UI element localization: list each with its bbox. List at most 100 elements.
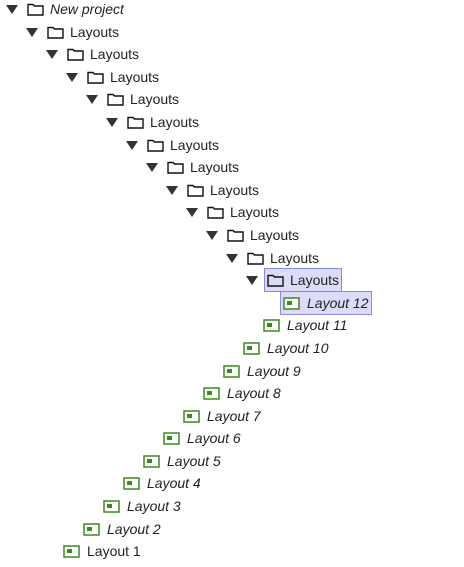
- tree-node-label: Layout 10: [267, 340, 329, 356]
- tree-row-folder: Layouts: [86, 88, 182, 110]
- tree-row-folder: Layouts: [106, 111, 202, 133]
- layout-icon: [183, 409, 200, 423]
- tree-node-layout[interactable]: Layout 10: [240, 336, 332, 360]
- tree-node-layout-selected[interactable]: Layout 12: [280, 291, 372, 315]
- triangle-down-icon[interactable]: [66, 72, 78, 82]
- tree-node-label: Layouts: [250, 227, 300, 243]
- folder-icon: [227, 229, 244, 242]
- tree-node-folder[interactable]: Layouts: [64, 42, 142, 66]
- tree-row-folder: Layouts: [186, 201, 282, 223]
- tree-node-label: Layouts: [110, 69, 160, 85]
- tree-node-folder[interactable]: Layouts: [44, 20, 122, 44]
- tree-node-folder[interactable]: Layouts: [224, 223, 302, 247]
- folder-icon: [267, 274, 284, 287]
- tree-node-label: Layout 9: [247, 363, 301, 379]
- tree-row-layout: Layout 2: [80, 518, 164, 540]
- tree-row-folder: Layouts: [126, 134, 222, 156]
- folder-icon: [187, 184, 204, 197]
- tree-row-layout: Layout 1: [60, 540, 144, 562]
- tree-row-folder: Layouts: [166, 179, 262, 201]
- tree-node-layout[interactable]: Layout 4: [120, 471, 204, 495]
- tree-node-layout[interactable]: Layout 5: [140, 449, 224, 473]
- triangle-down-icon[interactable]: [6, 4, 18, 14]
- tree-row-layout: Layout 4: [120, 472, 204, 494]
- tree-row-layout: Layout 11: [260, 314, 350, 336]
- triangle-down-icon[interactable]: [166, 185, 178, 195]
- tree-node-label: Layouts: [130, 91, 180, 107]
- tree-node-label: Layouts: [190, 159, 240, 175]
- tree-node-label: Layouts: [210, 182, 260, 198]
- tree-node-folder[interactable]: Layouts: [84, 65, 162, 89]
- folder-icon: [147, 139, 164, 152]
- tree-node-label: Layout 4: [147, 475, 201, 491]
- layout-icon: [223, 364, 240, 378]
- tree-node-folder[interactable]: Layouts: [164, 155, 242, 179]
- triangle-down-icon[interactable]: [206, 230, 218, 240]
- tree-node-folder[interactable]: Layouts: [104, 87, 182, 111]
- folder-icon: [127, 116, 144, 129]
- tree-node-label: Layout 7: [207, 408, 261, 424]
- folder-icon: [27, 3, 44, 16]
- tree-node-label: Layout 11: [287, 317, 348, 333]
- tree-node-label: Layout 1: [87, 543, 141, 559]
- tree-node-layout[interactable]: Layout 1: [60, 539, 144, 563]
- tree-node-layout[interactable]: Layout 7: [180, 404, 264, 428]
- folder-icon: [207, 206, 224, 219]
- layout-icon: [203, 386, 220, 400]
- tree-row-folder: Layouts: [66, 66, 162, 88]
- tree-row-layout: Layout 9: [220, 360, 304, 382]
- folder-icon: [47, 26, 64, 39]
- folder-icon: [67, 48, 84, 61]
- tree-node-layout[interactable]: Layout 9: [220, 359, 304, 383]
- folder-icon: [107, 93, 124, 106]
- tree-node-label: Layout 12: [307, 295, 369, 311]
- triangle-down-icon[interactable]: [86, 94, 98, 104]
- tree-node-root[interactable]: New project: [24, 0, 127, 21]
- triangle-down-icon[interactable]: [46, 49, 58, 59]
- triangle-down-icon[interactable]: [126, 140, 138, 150]
- tree-node-folder[interactable]: Layouts: [144, 133, 222, 157]
- triangle-down-icon[interactable]: [106, 117, 118, 127]
- tree-row-layout: Layout 8: [200, 382, 284, 404]
- tree-row-layout: Layout 6: [160, 427, 244, 449]
- tree-node-folder[interactable]: Layouts: [124, 110, 202, 134]
- layout-icon: [103, 499, 120, 513]
- tree-node-label: Layout 2: [107, 521, 161, 537]
- tree-node-layout[interactable]: Layout 6: [160, 426, 244, 450]
- tree-node-folder[interactable]: Layouts: [204, 200, 282, 224]
- tree-row-folder: Layouts: [26, 21, 122, 43]
- tree-node-label: Layouts: [90, 46, 140, 62]
- tree-row-folder: Layouts: [146, 156, 242, 178]
- triangle-down-icon[interactable]: [226, 253, 238, 263]
- tree-node-label: Layout 5: [167, 453, 221, 469]
- tree-node-folder[interactable]: Layouts: [184, 178, 262, 202]
- tree-node-layout[interactable]: Layout 3: [100, 494, 184, 518]
- tree-row-layout: Layout 7: [180, 405, 264, 427]
- layout-icon: [243, 341, 260, 355]
- tree-node-label: Layouts: [270, 250, 320, 266]
- tree-row-folder: Layouts: [206, 224, 302, 246]
- tree-node-folder-selected[interactable]: Layouts: [264, 268, 343, 292]
- tree-node-label: Layout 8: [227, 385, 281, 401]
- layout-icon: [63, 544, 80, 558]
- tree-node-label: Layouts: [150, 114, 200, 130]
- tree-row-layout: Layout 3: [100, 495, 184, 517]
- tree-row-folder: Layouts: [46, 43, 142, 65]
- layout-icon: [83, 522, 100, 536]
- tree-node-layout[interactable]: Layout 8: [200, 381, 284, 405]
- triangle-down-icon[interactable]: [186, 207, 198, 217]
- folder-icon: [167, 161, 184, 174]
- tree-node-layout[interactable]: Layout 11: [260, 313, 350, 337]
- triangle-down-icon[interactable]: [26, 27, 38, 37]
- tree-row-layout: Layout 5: [140, 450, 224, 472]
- tree-node-layout[interactable]: Layout 2: [80, 517, 164, 541]
- tree-node-label: Layout 6: [187, 430, 241, 446]
- project-tree: New project Layouts Layouts Layouts Layo…: [0, 0, 464, 567]
- triangle-down-icon[interactable]: [246, 275, 258, 285]
- tree-node-folder[interactable]: Layouts: [244, 246, 322, 270]
- tree-node-label: Layouts: [170, 137, 220, 153]
- tree-row-layout: Layout 10: [240, 337, 332, 359]
- tree-node-label: Layouts: [290, 272, 340, 288]
- tree-node-label: Layout 3: [127, 498, 181, 514]
- triangle-down-icon[interactable]: [146, 162, 158, 172]
